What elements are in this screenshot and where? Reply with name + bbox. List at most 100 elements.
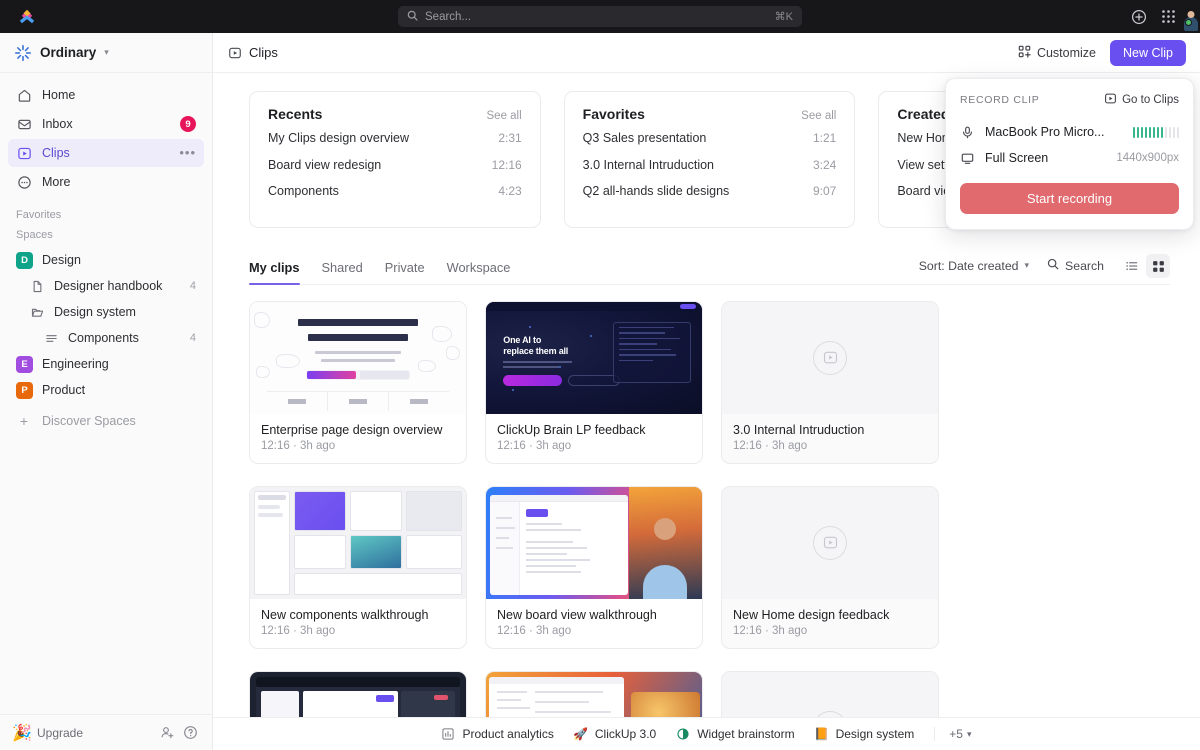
clip-subtitle: 12:16 · 3h ago <box>261 625 455 637</box>
tab-my-clips[interactable]: My clips <box>249 254 300 284</box>
bottom-bar-label: ClickUp 3.0 <box>595 727 656 741</box>
spaces-section-label: Spaces <box>0 227 212 247</box>
clip-thumbnail <box>250 487 466 599</box>
breadcrumb[interactable]: Clips <box>227 45 278 60</box>
clock-icon <box>676 727 690 741</box>
record-panel-title: RECORD CLIP <box>960 94 1104 106</box>
sidebar-sub-label: Components <box>68 331 181 345</box>
sidebar-item-inbox[interactable]: Inbox 9 <box>8 110 204 138</box>
summary-item-name: Board view redesign <box>268 158 492 172</box>
clips-search-button[interactable]: Search <box>1047 258 1104 279</box>
see-all-link[interactable]: See all <box>801 110 836 122</box>
bottom-bar-item[interactable]: 🚀 ClickUp 3.0 <box>574 727 656 741</box>
see-all-link[interactable]: See all <box>487 110 522 122</box>
ellipsis-circle-icon <box>16 174 32 190</box>
home-icon <box>16 87 32 103</box>
global-search-input[interactable]: Search... ⌘K <box>398 6 802 27</box>
sort-control[interactable]: Sort: Date created ▾ <box>919 259 1029 279</box>
summary-item[interactable]: My Clips design overview 2:31 <box>268 131 522 158</box>
sidebar-sub-count: 4 <box>190 280 196 292</box>
bottom-bar-item[interactable]: Product analytics <box>441 727 553 741</box>
space-avatar: D <box>16 252 33 269</box>
sidebar-space-engineering[interactable]: E Engineering <box>8 351 204 377</box>
sidebar-space-design[interactable]: D Design <box>8 247 204 273</box>
tab-shared[interactable]: Shared <box>322 254 363 284</box>
bottom-bar-item[interactable]: Widget brainstorm <box>676 727 794 741</box>
tab-private[interactable]: Private <box>385 254 425 284</box>
clip-thumbnail <box>486 487 702 599</box>
summary-item[interactable]: Q2 all-hands slide designs 9:07 <box>583 184 837 211</box>
clip-card[interactable]: Enterprise page design overview 12:16 · … <box>249 301 467 464</box>
go-to-clips-button[interactable]: Go to Clips <box>1104 92 1179 108</box>
sidebar-footer: 🎉 Upgrade <box>0 714 212 750</box>
plus-icon: + <box>16 413 32 429</box>
clip-title: New board view walkthrough <box>497 608 691 622</box>
app-root: Search... ⌘K <box>0 0 1200 750</box>
breadcrumb-label: Clips <box>249 45 278 60</box>
plus-circle-icon[interactable] <box>1130 8 1147 25</box>
upgrade-button[interactable]: Upgrade <box>37 726 152 740</box>
clip-card[interactable]: 3.0 Internal Intruduction 12:16 · 3h ago <box>721 301 939 464</box>
space-label: Product <box>42 383 85 397</box>
record-screen-source: Full Screen <box>985 151 1106 165</box>
sidebar-item-design-system[interactable]: Design system <box>8 299 204 325</box>
sidebar-spacer <box>0 435 212 714</box>
sidebar-item-more[interactable]: More <box>8 168 204 196</box>
top-bar-actions <box>1130 8 1192 26</box>
start-recording-button[interactable]: Start recording <box>960 183 1179 214</box>
clip-card[interactable]: New components walkthrough 12:16 · 3h ag… <box>249 486 467 649</box>
sidebar-item-home[interactable]: Home <box>8 81 204 109</box>
discover-spaces-button[interactable]: + Discover Spaces <box>8 407 204 435</box>
sidebar-item-clips[interactable]: Clips ••• <box>8 139 204 167</box>
clip-subtitle: 12:16 · 3h ago <box>733 625 927 637</box>
clips-tabs: My clips Shared Private Workspace Sort: … <box>249 254 1170 285</box>
add-user-icon[interactable] <box>159 725 175 741</box>
clips-more-icon[interactable]: ••• <box>179 149 196 157</box>
record-mic-source: MacBook Pro Micro... <box>985 125 1123 139</box>
space-avatar: E <box>16 356 33 373</box>
tab-workspace[interactable]: Workspace <box>447 254 511 284</box>
clips-icon <box>1104 92 1117 108</box>
play-icon <box>813 341 847 375</box>
clip-card[interactable]: New board view walkthrough 12:16 · 3h ag… <box>485 486 703 649</box>
sidebar-item-components[interactable]: Components 4 <box>8 325 204 351</box>
workspace-switcher[interactable]: Ordinary ▾ <box>0 33 212 73</box>
bottom-bar: Product analytics 🚀 ClickUp 3.0 Widget b… <box>213 717 1200 750</box>
summary-item[interactable]: 3.0 Internal Intruduction 3:24 <box>583 158 837 185</box>
sidebar-space-product[interactable]: P Product <box>8 377 204 403</box>
clickup-logo-icon[interactable] <box>18 8 36 26</box>
summary-item[interactable]: Board view redesign 12:16 <box>268 158 522 185</box>
sidebar-item-designer-handbook[interactable]: Designer handbook 4 <box>8 273 204 299</box>
grid-view-icon[interactable] <box>1146 254 1170 278</box>
space-label: Design <box>42 253 81 267</box>
sidebar-nav: Home Inbox 9 <box>0 73 212 197</box>
bottom-bar-more[interactable]: +5 ▾ <box>934 727 971 741</box>
customize-label: Customize <box>1037 46 1096 60</box>
record-mic-row[interactable]: MacBook Pro Micro... <box>960 119 1179 145</box>
clip-subtitle: 12:16 · 3h ago <box>497 440 691 452</box>
help-circle-icon[interactable] <box>182 725 198 741</box>
notebook-icon: 📙 <box>815 727 829 741</box>
chevron-down-icon: ▾ <box>104 47 109 58</box>
clip-card[interactable]: One AI toreplace them all ClickUp Brain … <box>485 301 703 464</box>
clip-card[interactable]: New Home design feedback 12:16 · 3h ago <box>721 486 939 649</box>
inbox-badge: 9 <box>180 116 196 132</box>
sidebar: Ordinary ▾ Home <box>0 33 213 750</box>
main-header: Clips Customize New Clip <box>213 33 1200 73</box>
sidebar-item-label: Home <box>42 88 196 102</box>
summary-item[interactable]: Q3 Sales presentation 1:21 <box>583 131 837 158</box>
bottom-bar-item[interactable]: 📙 Design system <box>815 727 915 741</box>
app-grid-icon[interactable] <box>1160 8 1177 25</box>
summary-item-duration: 3:24 <box>813 158 836 172</box>
new-clip-button[interactable]: New Clip <box>1110 40 1186 66</box>
chart-icon <box>441 727 455 741</box>
clip-thumbnail <box>250 302 466 414</box>
customize-button[interactable]: Customize <box>1012 41 1102 65</box>
summary-item-name: Components <box>268 184 498 198</box>
clip-subtitle: 12:16 · 3h ago <box>261 440 455 452</box>
list-view-icon[interactable] <box>1120 254 1144 278</box>
record-screen-row[interactable]: Full Screen 1440x900px <box>960 145 1179 171</box>
clip-thumbnail-placeholder <box>722 487 938 599</box>
bottom-bar-label: Widget brainstorm <box>697 727 794 741</box>
summary-item[interactable]: Components 4:23 <box>268 184 522 211</box>
